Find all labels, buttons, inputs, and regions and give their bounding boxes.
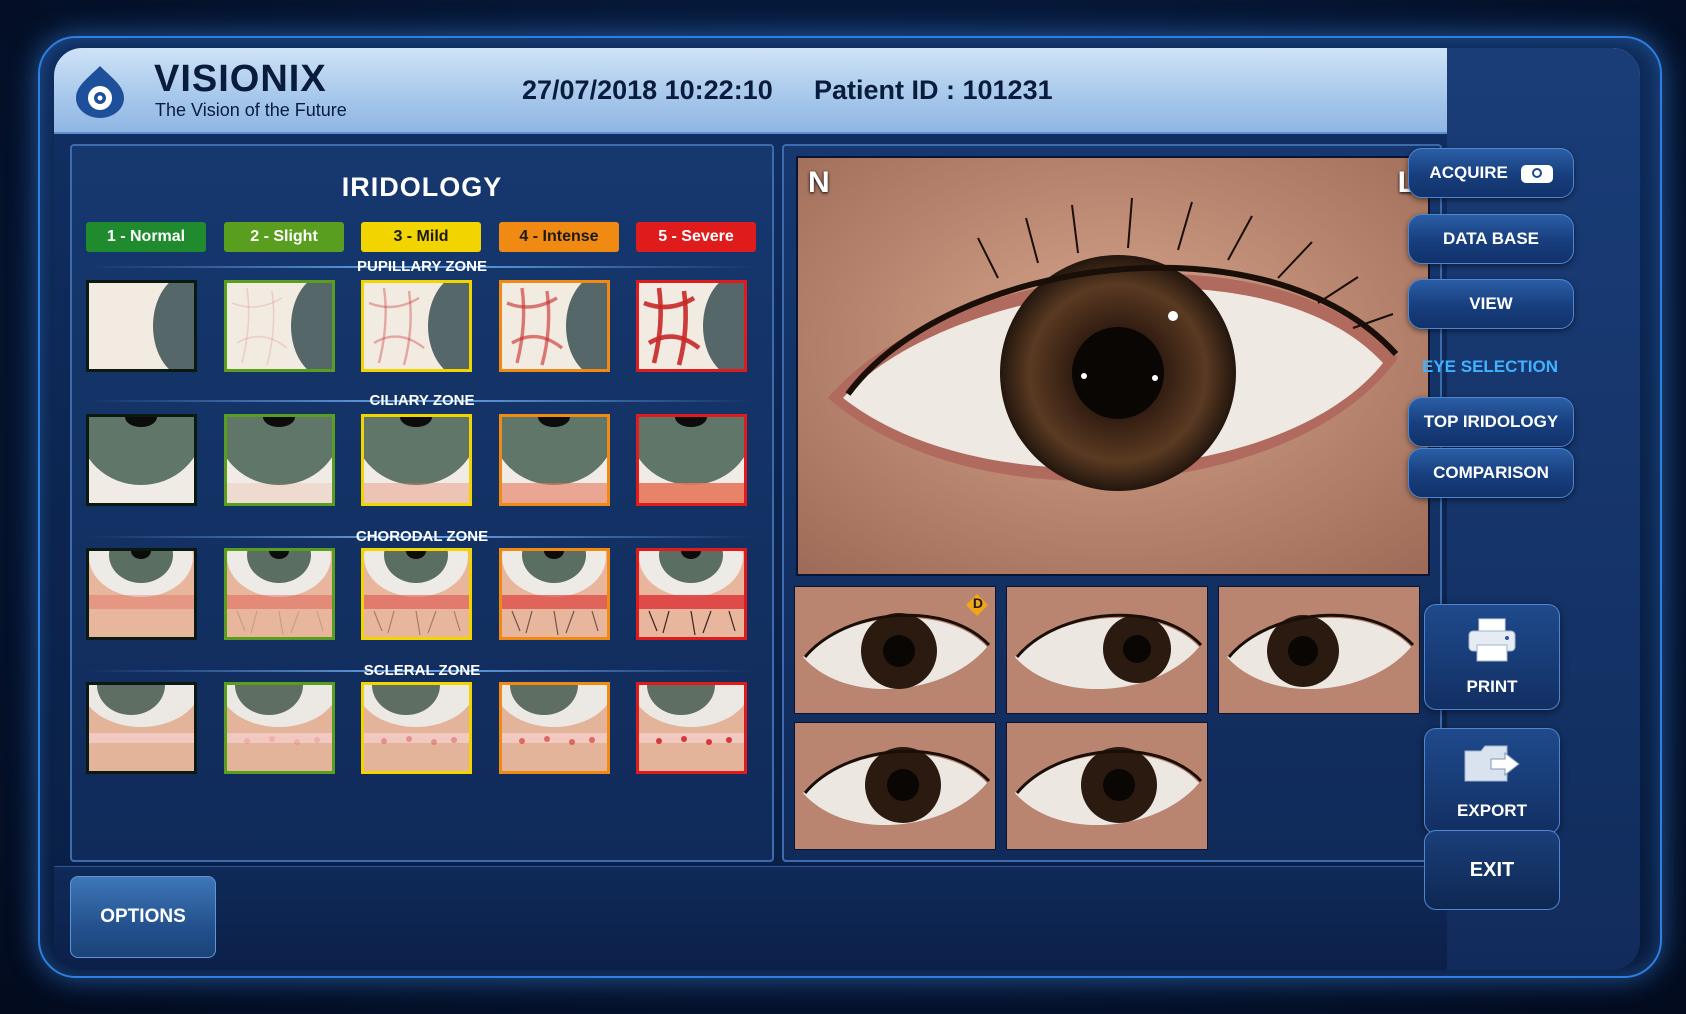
printer-icon [1468, 618, 1516, 662]
iridology-thumb-ciliary[interactable] [499, 414, 610, 506]
app-window: VISIONIX The Vision of the Future 27/07/… [54, 48, 1640, 970]
zone-label-ciliary: CILIARY ZONE [369, 392, 475, 409]
datetime-display: 27/07/2018 10:22:10 [522, 75, 773, 105]
brand-name: VISIONIX [154, 58, 327, 100]
iridology-panel: IRIDOLOGY 1 - Normal 2 - Slight 3 - Mild… [70, 144, 774, 862]
iridology-thumb-scleral[interactable] [86, 682, 197, 774]
severity-mild-badge: 3 - Mild [361, 222, 481, 252]
eye-viewer-panel: N L D [782, 144, 1442, 862]
eye-thumbnail[interactable]: D [794, 586, 996, 714]
camera-icon [1520, 164, 1553, 183]
header-bar: VISIONIX The Vision of the Future 27/07/… [54, 48, 1640, 134]
comparison-button[interactable]: COMPARISON [1408, 448, 1574, 498]
iridology-thumb-pupillary[interactable] [361, 280, 472, 372]
bottom-bar [54, 866, 1447, 970]
eye-thumbnail-photo [803, 747, 991, 826]
iridology-thumb-ciliary[interactable] [361, 414, 472, 506]
zone-label-chorodal: CHORODAL ZONE [355, 528, 489, 545]
patient-id: Patient ID : 101231 [814, 75, 1053, 105]
view-button[interactable]: VIEW [1408, 279, 1574, 329]
iridology-thumb-chorodal[interactable] [361, 548, 472, 640]
iridology-thumb-ciliary[interactable] [636, 414, 747, 506]
iridology-thumb-scleral[interactable] [499, 682, 610, 774]
eye-thumbnail[interactable] [794, 722, 996, 850]
iridology-thumb-pupillary[interactable] [499, 280, 610, 372]
iridology-thumb-chorodal[interactable] [636, 548, 747, 640]
zone-label-pupillary: PUPILLARY ZONE [356, 258, 487, 275]
iridology-thumb-chorodal[interactable] [499, 548, 610, 640]
severity-severe-badge: 5 - Severe [636, 222, 756, 252]
iridology-thumb-chorodal[interactable] [86, 548, 197, 640]
eye-thumbnail[interactable] [1006, 586, 1208, 714]
iridology-thumb-pupillary[interactable] [224, 280, 335, 372]
top-iridology-button[interactable]: TOP IRIDOLOGY [1408, 397, 1574, 447]
export-label: EXPORT [1457, 801, 1527, 820]
severity-normal-badge: 1 - Normal [86, 222, 206, 252]
iridology-thumb-ciliary[interactable] [86, 414, 197, 506]
acquire-button[interactable]: ACQUIRE [1408, 148, 1574, 198]
iridology-thumb-ciliary[interactable] [224, 414, 335, 506]
eye-thumbnail[interactable] [1218, 586, 1420, 714]
options-button[interactable]: OPTIONS [70, 876, 216, 958]
eye-thumbnail-photo [1227, 613, 1415, 690]
database-button[interactable]: DATA BASE [1408, 214, 1574, 264]
eye-thumbnail-photo [1015, 747, 1203, 826]
severity-slight-badge: 2 - Slight [224, 222, 344, 252]
exit-button[interactable]: EXIT [1424, 830, 1560, 910]
eye-thumbnail[interactable] [1006, 722, 1208, 850]
export-button[interactable]: EXPORT [1424, 728, 1560, 834]
panel-title: IRIDOLOGY [341, 172, 503, 202]
nasal-side-label: N [808, 166, 830, 199]
main-eye-image[interactable]: N L [796, 156, 1430, 576]
zone-label-scleral: SCLERAL ZONE [363, 662, 481, 679]
iridology-thumb-pupillary[interactable] [86, 280, 197, 372]
brand-tagline: The Vision of the Future [155, 100, 347, 120]
print-label: PRINT [1466, 677, 1518, 696]
iridology-thumb-pupillary[interactable] [636, 280, 747, 372]
export-folder-icon [1464, 745, 1520, 782]
eye-selection-tab[interactable]: EYE SELECTION [1408, 343, 1572, 391]
iridology-thumb-chorodal[interactable] [224, 548, 335, 640]
iridology-thumb-scleral[interactable] [361, 682, 472, 774]
dominant-eye-badge-label: D [972, 595, 983, 611]
eye-thumbnail-photo [1015, 613, 1203, 690]
iridology-thumb-scleral[interactable] [224, 682, 335, 774]
severity-intense-badge: 4 - Intense [499, 222, 619, 252]
acquire-label: ACQUIRE [1429, 163, 1508, 182]
iridology-thumb-scleral[interactable] [636, 682, 747, 774]
print-button[interactable]: PRINT [1424, 604, 1560, 710]
main-eye-photo [798, 158, 1428, 574]
visionix-logo-icon [76, 66, 124, 118]
